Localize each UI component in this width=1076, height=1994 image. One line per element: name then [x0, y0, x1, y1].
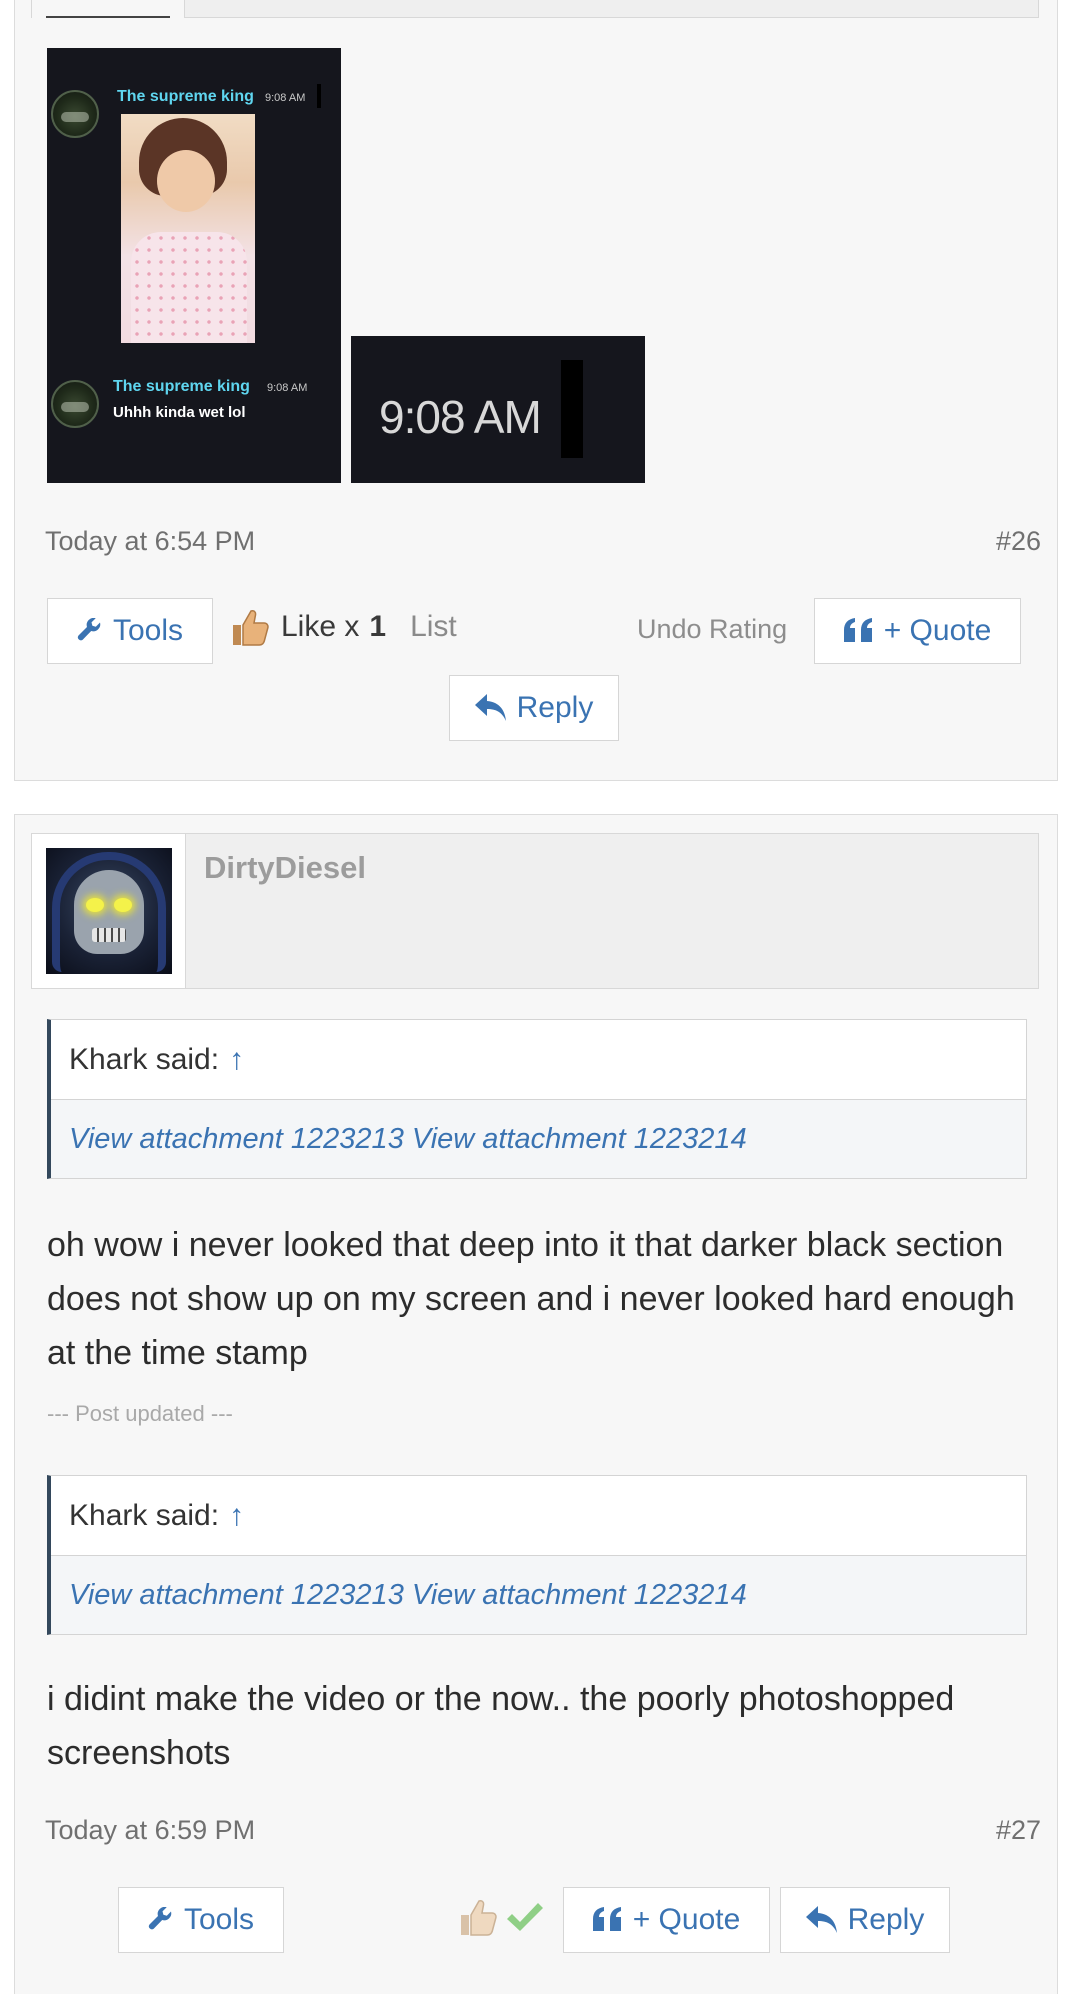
quote-content[interactable]: View attachment 1223213 View attachment …: [51, 1556, 1026, 1634]
undo-rating-link[interactable]: Undo Rating: [637, 614, 787, 645]
post-number[interactable]: #26: [996, 526, 1041, 557]
quote-header: Khark said: ↑: [51, 1020, 1026, 1100]
post-27: DirtyDiesel Khark said: ↑ View attachmen…: [14, 814, 1058, 1994]
avatar-cell: [32, 834, 186, 988]
attachment-thumbnail-1[interactable]: The supreme king 9:08 AM The supreme kin…: [47, 48, 341, 483]
post-date[interactable]: Today at 6:54 PM: [45, 526, 255, 557]
wrench-icon: [148, 1907, 172, 1930]
username[interactable]: DirtyDiesel: [204, 850, 366, 886]
chat-timestamp: 9:08 AM: [267, 382, 308, 394]
likes-list-link[interactable]: List: [410, 610, 457, 644]
reply-label: Reply: [847, 1903, 925, 1936]
wrench-icon: [77, 618, 101, 641]
reply-arrow-icon: [474, 694, 506, 721]
tools-button[interactable]: Tools: [118, 1887, 284, 1953]
chat-photo-image: [121, 114, 255, 343]
zoomed-timestamp: 9:08 AM: [379, 391, 542, 443]
chat-timestamp: 9:08 AM: [265, 92, 306, 104]
chat-username: The supreme king: [117, 88, 254, 105]
like-text: Like x: [281, 610, 360, 643]
quote-block: Khark said: ↑ View attachment 1223213 Vi…: [47, 1019, 1027, 1179]
post-date[interactable]: Today at 6:59 PM: [45, 1815, 255, 1846]
cursor-bar: [317, 84, 321, 108]
like-count: 1: [369, 610, 387, 643]
chat-username: The supreme king: [113, 378, 250, 395]
quote-label: + Quote: [883, 614, 992, 647]
quote-header: Khark said: ↑: [51, 1476, 1026, 1556]
like-summary: Like x 1 List: [227, 605, 457, 649]
thumbs-up-icon[interactable]: [227, 605, 271, 649]
chat-avatar-icon: [51, 380, 99, 428]
quote-icon: [592, 1907, 621, 1931]
chat-avatar-icon: [51, 90, 99, 138]
attachment-thumbnail-2[interactable]: 9:08 AM: [351, 336, 645, 483]
quote-author: Khark said:: [69, 1042, 220, 1076]
reply-label: Reply: [516, 691, 594, 724]
tools-label: Tools: [183, 1903, 255, 1936]
avatar[interactable]: [46, 848, 172, 974]
quote-author: Khark said:: [69, 1498, 220, 1532]
avatar[interactable]: [32, 0, 185, 18]
go-to-quote-arrow-icon[interactable]: ↑: [229, 1043, 244, 1077]
user-header: [31, 0, 1039, 18]
tools-label: Tools: [112, 614, 184, 647]
post-text: oh wow i never looked that deep into it …: [47, 1226, 1015, 1372]
chat-message: Uhhh kinda wet lol: [113, 404, 246, 421]
post-updated-divider: --- Post updated ---: [47, 1401, 233, 1426]
user-info: DirtyDiesel: [31, 833, 1039, 989]
quote-label: + Quote: [632, 1903, 741, 1936]
thumbs-up-icon[interactable]: [455, 1895, 499, 1939]
check-icon[interactable]: [505, 1899, 545, 1935]
go-to-quote-arrow-icon[interactable]: ↑: [229, 1499, 244, 1533]
tools-button[interactable]: Tools: [47, 598, 213, 664]
reply-arrow-icon: [805, 1906, 837, 1933]
reply-button[interactable]: Reply: [449, 675, 619, 741]
quote-icon: [843, 618, 872, 642]
quote-button[interactable]: + Quote: [814, 598, 1021, 664]
post-text: i didint make the video or the now.. the…: [47, 1680, 955, 1772]
cursor-bar: [561, 360, 583, 458]
quote-block: Khark said: ↑ View attachment 1223213 Vi…: [47, 1475, 1027, 1635]
quote-content[interactable]: View attachment 1223213 View attachment …: [51, 1100, 1026, 1178]
quote-button[interactable]: + Quote: [563, 1887, 770, 1953]
reply-button[interactable]: Reply: [780, 1887, 950, 1953]
post-number[interactable]: #27: [996, 1815, 1041, 1846]
post-26: The supreme king 9:08 AM The supreme kin…: [14, 0, 1058, 781]
